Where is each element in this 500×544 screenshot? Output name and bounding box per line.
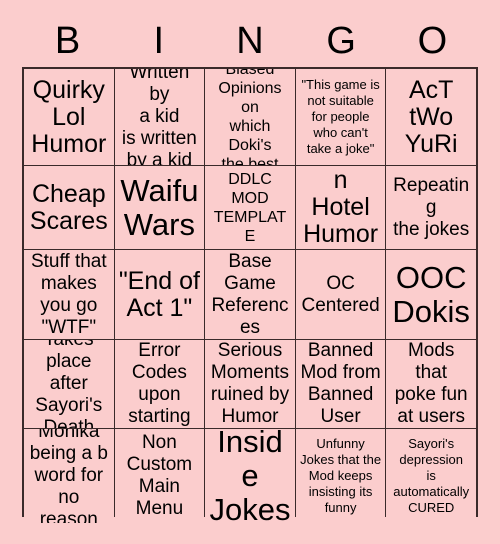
bingo-header-letter-i: I <box>153 20 165 62</box>
bingo-cell-text: Error Codes upon starting <box>128 340 191 427</box>
bingo-cell-text: Biased Opinions on which Doki's the best <box>218 69 282 165</box>
bingo-cell[interactable]: Banned Mod from Banned User <box>295 340 386 428</box>
bingo-cell[interactable]: Stuff that makes you go "WTF" <box>24 250 114 339</box>
bingo-cell[interactable]: Sayori's depression is automatically CUR… <box>386 429 476 523</box>
bingo-cell[interactable]: Error Codes upon starting <box>114 340 205 428</box>
bingo-cell[interactable]: "End of Act 1" <box>114 250 205 339</box>
bingo-cell[interactable]: DDLC MOD TEMPLATE <box>205 166 295 249</box>
bingo-cell[interactable]: Mods that poke fun at users <box>386 340 476 428</box>
bingo-cell[interactable]: Monika being a b word for no reason <box>24 429 114 523</box>
bingo-cell-text: "Hazbin Hotel Humor" <box>303 166 379 249</box>
bingo-cell-text: OC Centered <box>301 272 380 316</box>
bingo-cell-text: Waifu Wars <box>120 172 199 242</box>
bingo-cell[interactable]: OOC Dokis <box>386 250 476 339</box>
bingo-cell-text: AcT tWo YuRi <box>404 75 458 158</box>
bingo-cell[interactable]: Unfunny Jokes that the Mod keeps insisti… <box>295 429 386 523</box>
bingo-cell-text: Serious Moments ruined by Humor <box>210 340 290 427</box>
bingo-cell[interactable]: Waifu Wars <box>114 166 205 249</box>
bingo-cell-text: Base Game References <box>211 250 289 338</box>
bingo-cell-text: Written by a kid is written by a kid <box>121 69 197 165</box>
bingo-card: B I N G O Quirky Lol Humor Written by a … <box>0 0 500 544</box>
bingo-cell-text: Inside Jokes <box>209 429 291 523</box>
bingo-cell-text: DDLC MOD TEMPLATE <box>213 170 287 245</box>
bingo-cell-text: "This game is not suitable for people wh… <box>301 77 380 156</box>
bingo-header: B I N G O <box>22 16 478 66</box>
bingo-cell[interactable]: Takes place after Sayori's Death <box>24 340 114 428</box>
bingo-cell[interactable]: AcT tWo YuRi <box>386 69 476 165</box>
bingo-cell[interactable]: Quirky Lol Humor <box>24 69 114 165</box>
bingo-cell-text: Sayori's depression is automatically CUR… <box>393 436 470 515</box>
bingo-cell[interactable]: "Hazbin Hotel Humor" <box>295 166 386 249</box>
bingo-grid: Quirky Lol Humor Written by a kid is wri… <box>22 67 478 523</box>
bingo-header-letter-n: N <box>236 20 264 62</box>
bingo-cell[interactable]: Biased Opinions on which Doki's the best <box>205 69 295 165</box>
bingo-cell-text: "End of Act 1" <box>118 266 200 322</box>
bingo-cell-text: Quirky Lol Humor <box>31 75 107 158</box>
bingo-cell[interactable]: Cheap Scares <box>24 166 114 249</box>
bingo-cell[interactable]: Serious Moments ruined by Humor <box>205 340 295 428</box>
bingo-cell-text: Unfunny Jokes that the Mod keeps insisti… <box>300 436 382 515</box>
bingo-cell-text: Cheap Scares <box>29 179 108 235</box>
bingo-cell[interactable]: Non Custom Main Menu <box>114 429 205 523</box>
bingo-cell-text: Banned Mod from Banned User <box>300 340 381 427</box>
bingo-cell[interactable]: OC Centered <box>295 250 386 339</box>
bingo-cell[interactable]: Written by a kid is written by a kid <box>114 69 205 165</box>
bingo-cell[interactable]: Repeating the jokes <box>386 166 476 249</box>
bingo-header-letter-g: G <box>326 20 356 62</box>
bingo-cell-text: Mods that poke fun at users <box>394 340 468 427</box>
bingo-cell-text: Non Custom Main Menu <box>126 432 193 519</box>
bingo-cell[interactable]: Base Game References <box>205 250 295 339</box>
bingo-header-letter-b: B <box>54 20 81 62</box>
bingo-cell-text: Takes place after Sayori's Death <box>35 340 103 428</box>
bingo-header-letter-o: O <box>417 20 448 62</box>
bingo-cell-text: Repeating the jokes <box>393 174 470 240</box>
bingo-cell-text: Stuff that makes you go "WTF" <box>30 250 107 338</box>
bingo-cell-text: Monika being a b word for no reason <box>29 429 108 523</box>
bingo-cell[interactable]: Inside Jokes <box>205 429 295 523</box>
bingo-cell[interactable]: "This game is not suitable for people wh… <box>295 69 386 165</box>
bingo-cell-text: OOC Dokis <box>392 259 470 329</box>
